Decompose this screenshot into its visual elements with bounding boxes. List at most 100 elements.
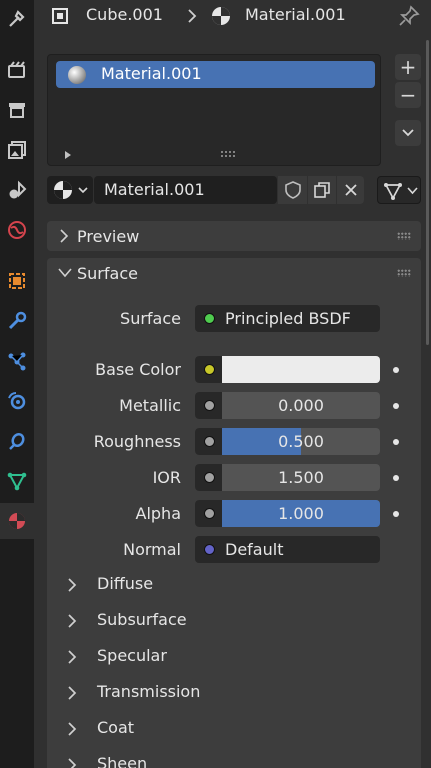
socket-area[interactable] bbox=[195, 356, 222, 383]
socket-area[interactable] bbox=[195, 464, 222, 491]
physics-icon bbox=[8, 392, 26, 410]
normal-value: Default bbox=[225, 540, 284, 559]
preview-panel-header[interactable]: Preview bbox=[47, 221, 421, 251]
tab-particles[interactable] bbox=[0, 343, 34, 379]
socket-area[interactable] bbox=[195, 500, 222, 527]
particles-icon bbox=[8, 352, 26, 371]
surface-panel-header[interactable]: Surface bbox=[47, 258, 421, 288]
socket-area[interactable] bbox=[195, 392, 222, 419]
modifier-icon bbox=[8, 311, 27, 330]
color-swatch[interactable] bbox=[222, 356, 380, 383]
keyframe-dot-icon[interactable] bbox=[393, 403, 399, 409]
list-item[interactable]: Material.001 bbox=[56, 61, 375, 88]
tab-output[interactable] bbox=[0, 92, 34, 128]
surface-shader-label: Surface bbox=[120, 309, 181, 328]
tab-object[interactable] bbox=[0, 263, 34, 299]
slot-label: Material.001 bbox=[101, 64, 202, 83]
keyframe-dot-icon[interactable] bbox=[393, 475, 399, 481]
normal-input[interactable]: Default bbox=[195, 536, 380, 563]
base-color-field[interactable] bbox=[195, 356, 380, 383]
property-label: Metallic bbox=[119, 396, 181, 415]
close-icon bbox=[344, 184, 357, 196]
chevron-down-icon bbox=[78, 187, 88, 194]
surface-shader-value: Principled BSDF bbox=[225, 309, 351, 328]
breadcrumb: Cube.001 Material.001 bbox=[34, 0, 431, 32]
property-label: Roughness bbox=[93, 432, 181, 451]
material-name: Material.001 bbox=[245, 5, 346, 24]
chevron-down-icon bbox=[407, 187, 418, 195]
material-slot-list: Material.001 bbox=[47, 54, 381, 166]
expand-triangle-icon[interactable] bbox=[63, 150, 73, 160]
tab-world[interactable] bbox=[0, 212, 34, 248]
link-mode-dropdown[interactable] bbox=[377, 176, 421, 204]
alpha-field[interactable]: 1.000 bbox=[195, 500, 380, 527]
view-layer-icon bbox=[8, 141, 26, 159]
chevron-right-icon bbox=[68, 578, 77, 592]
subpanel-subsurface[interactable]: Subsurface bbox=[65, 608, 365, 634]
preview-panel-title: Preview bbox=[77, 227, 140, 246]
property-value: 0.000 bbox=[278, 396, 324, 415]
vector-socket-icon bbox=[204, 544, 215, 555]
constraints-icon bbox=[9, 432, 25, 450]
keyframe-dot-icon[interactable] bbox=[393, 511, 399, 517]
property-value: 1.000 bbox=[278, 504, 324, 523]
fake-user-button[interactable] bbox=[278, 176, 307, 204]
unlink-material-button[interactable] bbox=[337, 176, 364, 204]
slot-specials-button[interactable] bbox=[395, 120, 421, 146]
material-name-field[interactable]: Material.001 bbox=[94, 176, 277, 204]
drag-grip-icon[interactable] bbox=[397, 269, 411, 277]
property-value: 0.500 bbox=[278, 432, 324, 451]
tab-modifiers[interactable] bbox=[0, 303, 34, 339]
tab-material[interactable] bbox=[0, 503, 34, 539]
scrollbar[interactable] bbox=[426, 40, 429, 345]
object-name: Cube.001 bbox=[86, 5, 163, 24]
output-icon bbox=[9, 103, 25, 118]
world-icon bbox=[8, 221, 26, 239]
surface-shader-selector[interactable]: Principled BSDF bbox=[195, 305, 380, 332]
subpanel-label: Diffuse bbox=[97, 574, 154, 593]
properties-tab-strip bbox=[0, 0, 34, 768]
socket-icon bbox=[204, 364, 215, 375]
material-preview-icon bbox=[68, 66, 86, 84]
property-label: Alpha bbox=[135, 504, 182, 523]
tab-tool[interactable] bbox=[0, 1, 34, 37]
remove-slot-button[interactable]: − bbox=[395, 82, 421, 108]
subpanel-label: Specular bbox=[97, 646, 167, 665]
duplicate-material-button[interactable] bbox=[308, 176, 336, 204]
tab-data[interactable] bbox=[0, 463, 34, 499]
subpanel-transmission[interactable]: Transmission bbox=[65, 680, 365, 706]
tab-physics[interactable] bbox=[0, 383, 34, 419]
subpanel-sheen[interactable]: Sheen bbox=[65, 752, 365, 768]
browse-material-button[interactable] bbox=[47, 176, 93, 204]
material-sphere-icon bbox=[212, 7, 230, 25]
subpanel-label: Coat bbox=[97, 718, 135, 737]
resize-grip-icon[interactable] bbox=[220, 150, 236, 158]
socket-area[interactable] bbox=[195, 428, 222, 455]
duplicate-icon bbox=[314, 182, 330, 198]
drag-grip-icon[interactable] bbox=[397, 232, 411, 240]
subpanel-coat[interactable]: Coat bbox=[65, 716, 365, 742]
pin-icon[interactable] bbox=[398, 5, 420, 27]
subpanel-label: Transmission bbox=[97, 682, 201, 701]
tab-render[interactable] bbox=[0, 52, 34, 88]
chevron-right-icon bbox=[68, 614, 77, 628]
metallic-field[interactable]: 0.000 bbox=[195, 392, 380, 419]
shader-socket-icon bbox=[204, 313, 215, 324]
add-slot-button[interactable]: + bbox=[395, 54, 421, 80]
tab-constraints[interactable] bbox=[0, 423, 34, 459]
subpanel-diffuse[interactable]: Diffuse bbox=[65, 572, 365, 598]
normal-label: Normal bbox=[123, 540, 181, 559]
property-value: 1.500 bbox=[278, 468, 324, 487]
keyframe-dot-icon[interactable] bbox=[393, 439, 399, 445]
surface-panel-title: Surface bbox=[77, 264, 138, 283]
chevron-right-icon bbox=[68, 686, 77, 700]
chevron-down-icon bbox=[58, 268, 72, 278]
chevron-right-icon bbox=[68, 650, 77, 664]
keyframe-dot-icon[interactable] bbox=[393, 367, 399, 373]
tab-view-layer[interactable] bbox=[0, 132, 34, 168]
ior-field[interactable]: 1.500 bbox=[195, 464, 380, 491]
roughness-field[interactable]: 0.500 bbox=[195, 428, 380, 455]
tab-scene[interactable] bbox=[0, 172, 34, 208]
subpanel-specular[interactable]: Specular bbox=[65, 644, 365, 670]
chevron-right-icon bbox=[68, 722, 77, 736]
